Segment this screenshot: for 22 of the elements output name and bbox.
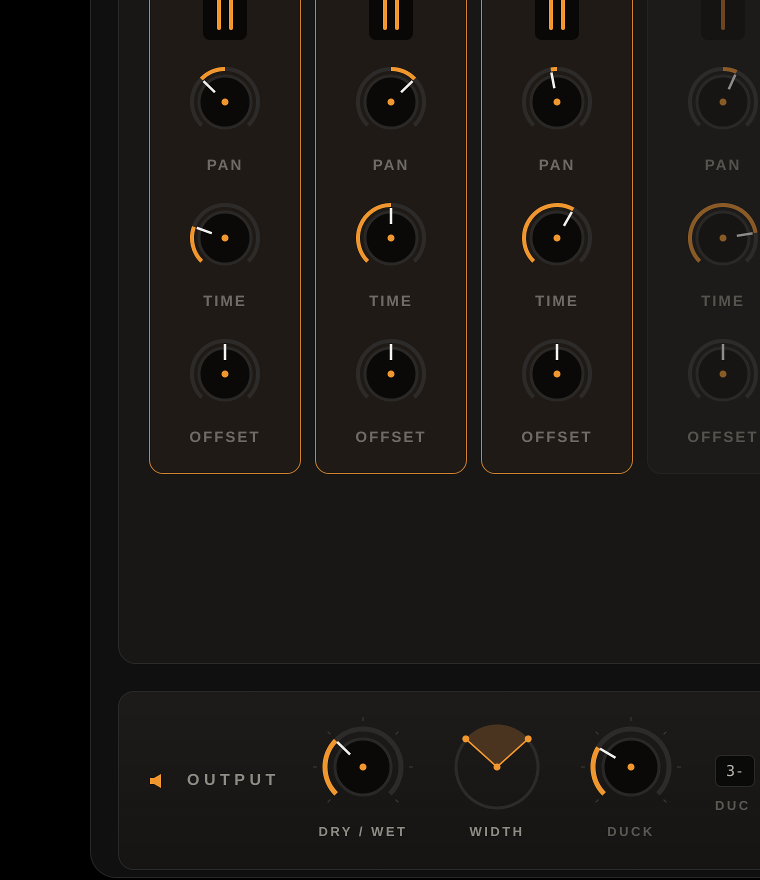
knob-label: PAN [372,156,410,176]
knob-label: OFFSET [189,428,261,448]
value-display[interactable]: 3- [715,754,756,786]
control-label: DRY / WET [318,822,408,840]
channel-strip[interactable]: PAN TIME OFFSET [481,0,633,474]
knob-label: PAN [206,156,244,176]
control-label: DUC [715,796,751,814]
knob-label: OFFSET [355,428,427,448]
channel-strip[interactable]: PAN TIME OFFSET [149,0,301,474]
knob-label: TIME [369,292,413,312]
channel-strip[interactable]: PAN TIME OFFSET [315,0,467,474]
knob-label: TIME [701,292,745,312]
knob-label: PAN [538,156,576,176]
control-label: WIDTH [469,822,525,840]
knob-label: TIME [203,292,247,312]
control-label: DUCK [607,822,655,840]
section-title: OUTPUT [187,772,281,790]
knob-label: TIME [535,292,579,312]
knob-label: PAN [704,156,742,176]
speaker-icon [149,774,163,788]
knob-label: OFFSET [521,428,593,448]
knob-label: OFFSET [687,428,759,448]
